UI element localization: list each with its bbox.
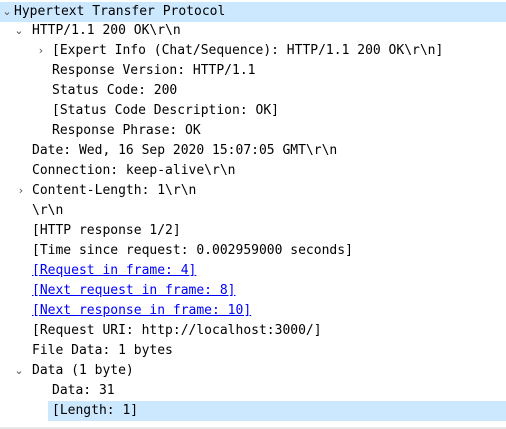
- tree-row-label: [Length: 1]: [52, 403, 139, 418]
- tree-row-status-line[interactable]: ⌄ HTTP/1.1 200 OK\r\n: [0, 21, 506, 41]
- tree-row-http[interactable]: ⌄ Hypertext Transfer Protocol: [0, 2, 506, 22]
- tree-row-expert-info[interactable]: › [Expert Info (Chat/Sequence): HTTP/1.1…: [0, 41, 506, 61]
- tree-row-label: File Data: 1 bytes: [32, 343, 173, 358]
- packet-details-tree: ⌄ Hypertext Transfer Protocol ⌄ HTTP/1.1…: [0, 0, 506, 429]
- tree-row-next-request[interactable]: [Next request in frame: 8]: [0, 281, 506, 301]
- tree-row-label: Response Version: HTTP/1.1: [52, 63, 256, 78]
- chevron-right-icon[interactable]: ›: [35, 41, 47, 61]
- tree-row-label: Data (1 byte): [32, 363, 134, 378]
- tree-row-status-code[interactable]: Status Code: 200: [0, 81, 506, 101]
- tree-row-label: [Status Code Description: OK]: [52, 103, 279, 118]
- tree-row-response-version[interactable]: Response Version: HTTP/1.1: [0, 61, 506, 81]
- tree-row-label: [Expert Info (Chat/Sequence): HTTP/1.1 2…: [52, 43, 444, 58]
- tree-row-data[interactable]: ⌄ Data (1 byte): [0, 361, 506, 381]
- tree-row-label: Status Code: 200: [52, 83, 178, 98]
- chevron-down-icon[interactable]: ⌄: [13, 361, 25, 381]
- tree-row-data-value[interactable]: Data: 31: [0, 381, 506, 401]
- tree-row-label: Date: Wed, 16 Sep 2020 15:07:05 GMT\r\n: [32, 143, 338, 158]
- next-request-link[interactable]: [Next request in frame: 8]: [32, 281, 236, 301]
- tree-row-request-uri[interactable]: [Request URI: http://localhost:3000/]: [0, 321, 506, 341]
- tree-row-date[interactable]: Date: Wed, 16 Sep 2020 15:07:05 GMT\r\n: [0, 141, 506, 161]
- tree-row-label: HTTP/1.1 200 OK\r\n: [32, 23, 181, 38]
- tree-row-length[interactable]: [Length: 1]: [48, 401, 506, 421]
- tree-row-label: [Request URI: http://localhost:3000/]: [32, 323, 322, 338]
- request-in-frame-link[interactable]: [Request in frame: 4]: [32, 261, 196, 281]
- tree-row-time-since-request[interactable]: [Time since request: 0.002959000 seconds…: [0, 241, 506, 261]
- tree-row-label: Connection: keep-alive\r\n: [32, 163, 236, 178]
- tree-row-status-description[interactable]: [Status Code Description: OK]: [0, 101, 506, 121]
- tree-row-label: [HTTP response 1/2]: [32, 223, 181, 238]
- chevron-down-icon[interactable]: ⌄: [13, 21, 25, 41]
- chevron-right-icon[interactable]: ›: [15, 181, 27, 201]
- tree-row-label: [Time since request: 0.002959000 seconds…: [32, 243, 353, 258]
- tree-row-label: Data: 31: [52, 383, 115, 398]
- tree-row-connection[interactable]: Connection: keep-alive\r\n: [0, 161, 506, 181]
- tree-row-http-response[interactable]: [HTTP response 1/2]: [0, 221, 506, 241]
- tree-row-label: \r\n: [32, 203, 64, 218]
- tree-row-label: Content-Length: 1\r\n: [32, 183, 197, 198]
- tree-row-content-length[interactable]: › Content-Length: 1\r\n: [0, 181, 506, 201]
- tree-row-crlf[interactable]: \r\n: [0, 201, 506, 221]
- tree-row-request-in-frame[interactable]: [Request in frame: 4]: [0, 261, 506, 281]
- tree-row-label: Response Phrase: OK: [52, 123, 201, 138]
- tree-row-response-phrase[interactable]: Response Phrase: OK: [0, 121, 506, 141]
- tree-row-file-data[interactable]: File Data: 1 bytes: [0, 341, 506, 361]
- tree-row-next-response[interactable]: [Next response in frame: 10]: [0, 301, 506, 321]
- tree-row-label: Hypertext Transfer Protocol: [14, 4, 226, 19]
- next-response-link[interactable]: [Next response in frame: 10]: [32, 301, 251, 321]
- chevron-down-icon[interactable]: ⌄: [1, 2, 13, 22]
